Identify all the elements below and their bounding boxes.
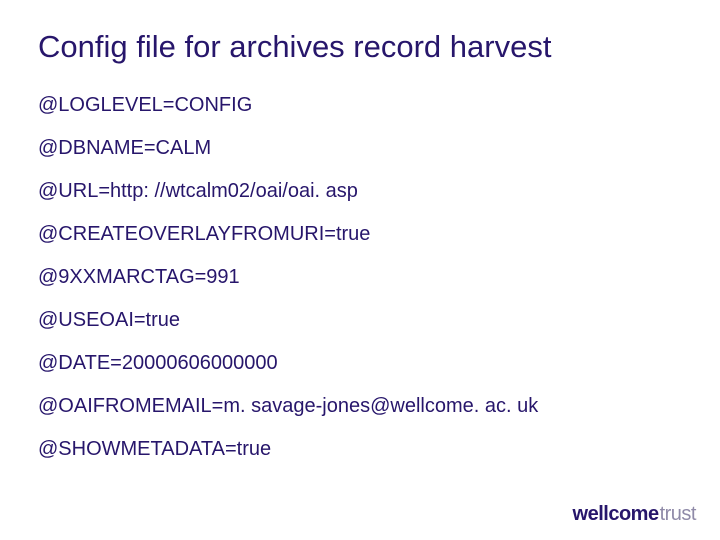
config-line: @LOGLEVEL=CONFIG — [38, 93, 682, 117]
config-line: @URL=http: //wtcalm02/oai/oai. asp — [38, 179, 682, 203]
config-line: @SHOWMETADATA=true — [38, 437, 682, 461]
config-list: @LOGLEVEL=CONFIG @DBNAME=CALM @URL=http:… — [38, 93, 682, 461]
config-line: @9XXMARCTAG=991 — [38, 265, 682, 289]
wellcome-logo: wellcometrust — [573, 503, 696, 526]
config-line: @DATE=20000606000000 — [38, 351, 682, 375]
config-line: @OAIFROMEMAIL=m. savage-jones@wellcome. … — [38, 394, 682, 418]
slide: Config file for archives record harvest … — [0, 0, 720, 540]
config-line: @USEOAI=true — [38, 308, 682, 332]
config-line: @CREATEOVERLAYFROMURI=true — [38, 222, 682, 246]
page-title: Config file for archives record harvest — [38, 28, 682, 65]
logo-bold: wellcome — [573, 503, 659, 526]
config-line: @DBNAME=CALM — [38, 136, 682, 160]
logo-light: trust — [660, 503, 696, 526]
